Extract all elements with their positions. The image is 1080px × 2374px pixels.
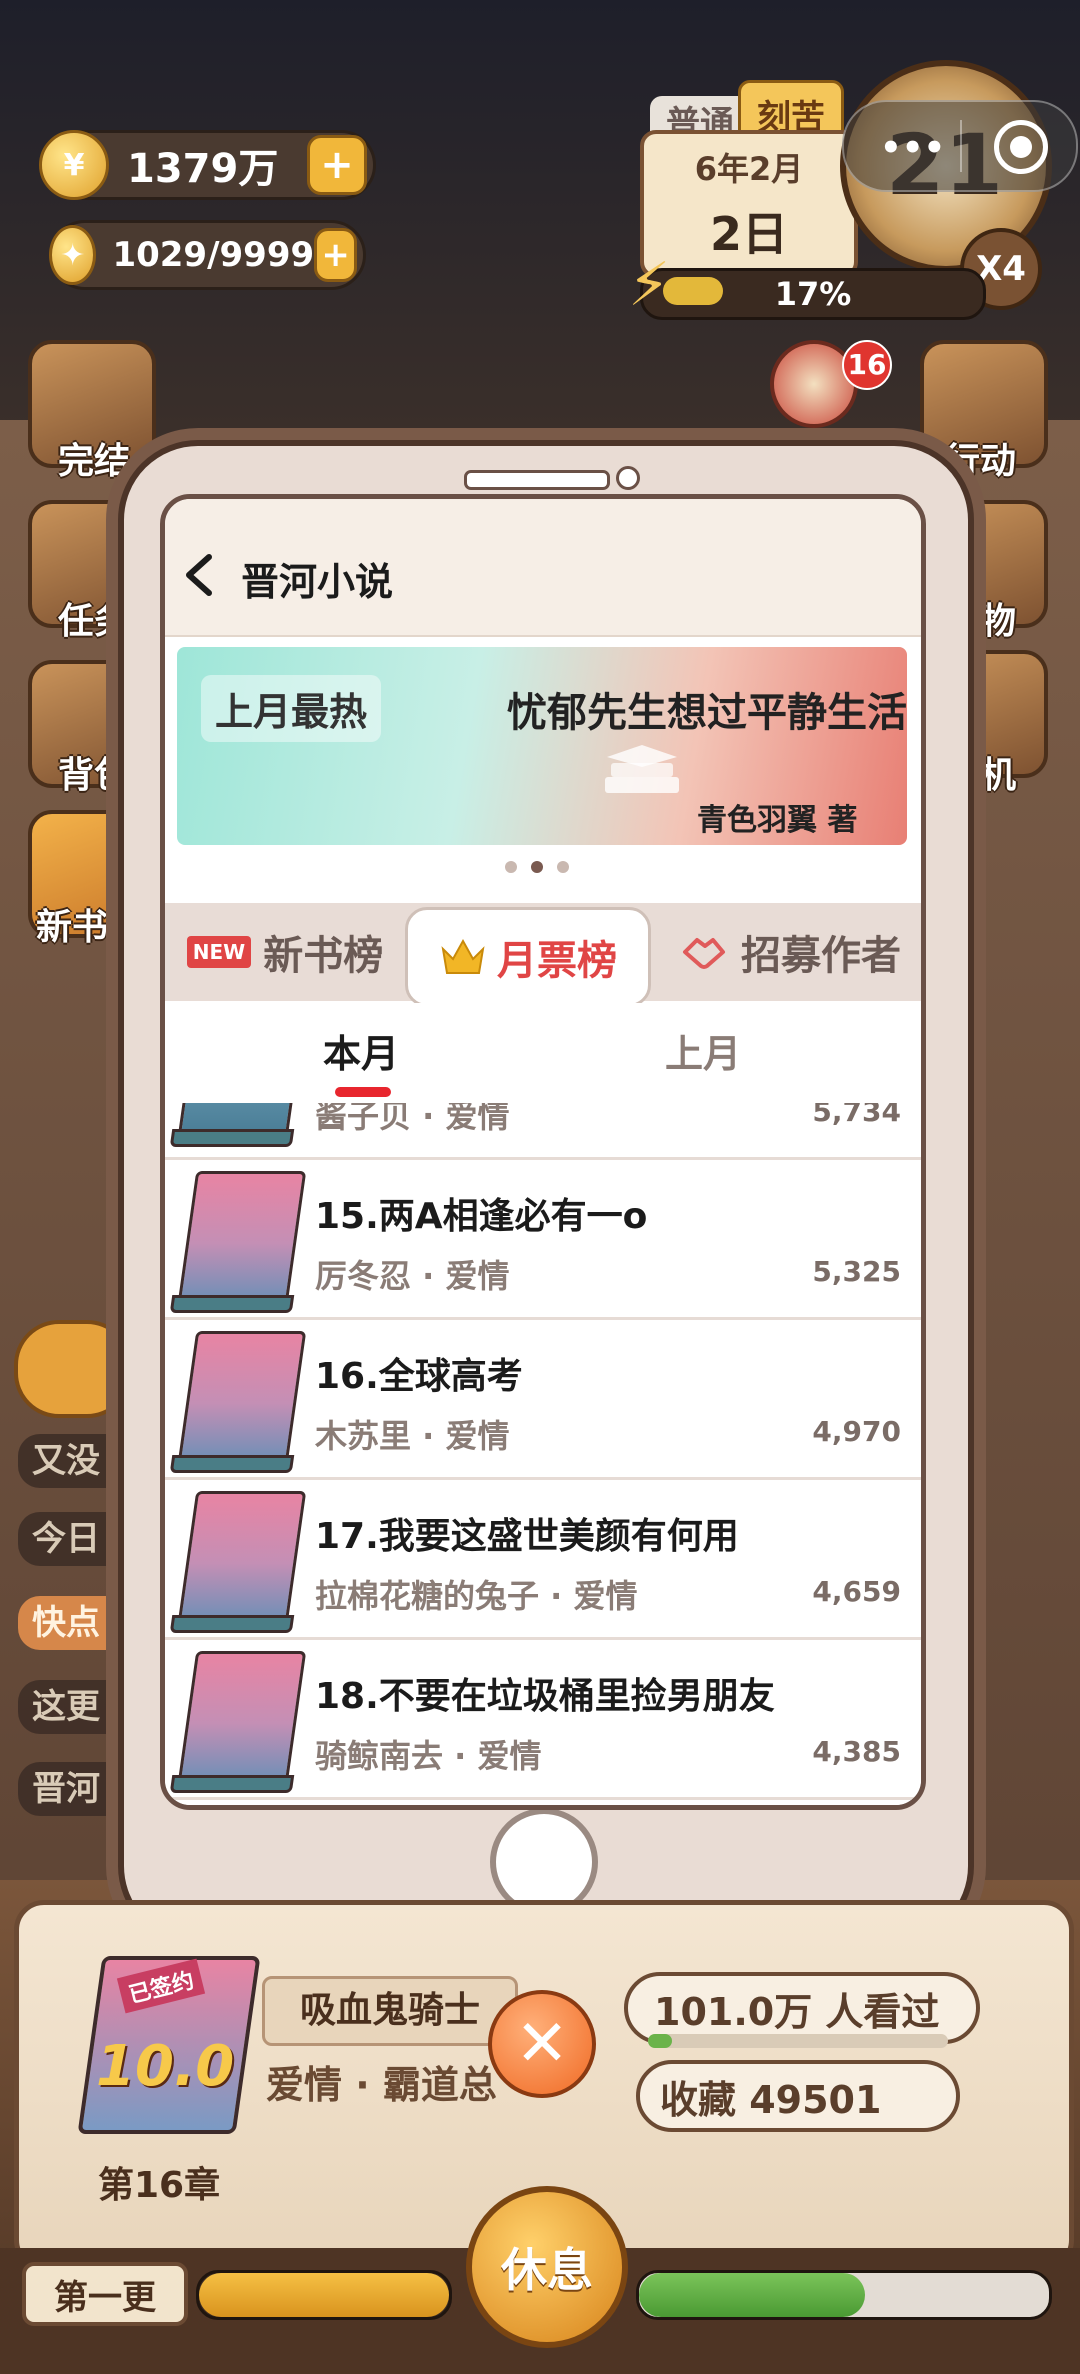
work-progress-bar [196, 2270, 452, 2320]
book-author-genre: 酱子贝 · 爱情 [315, 1103, 510, 1135]
book-title: 15.两A相逢必有一o [315, 1196, 648, 1237]
banner-book-title: 忧郁先生想过平静生活 [507, 690, 907, 736]
list-item[interactable]: 15.两A相逢必有一o 厉冬忍 · 爱情 5,325 [165, 1159, 921, 1320]
views-count: 101.0万 人看过 [654, 1989, 940, 2034]
list-item[interactable]: 18.不要在垃圾桶里捡男朋友 骑鲸南去 · 爱情 4,385 [165, 1639, 921, 1800]
rest-progress-bar [636, 2270, 1052, 2320]
subtab-this-month[interactable]: 本月 [323, 1023, 399, 1078]
book-stack-icon [605, 745, 679, 793]
side-label-new-book: 新书 [36, 907, 109, 948]
tab-new-books[interactable]: NEW 新书榜 [175, 903, 395, 1001]
current-book-title: 吸血鬼骑士 [262, 1976, 518, 2046]
tab-monthly-votes[interactable]: 月票榜 [405, 907, 651, 1007]
bulbs-value: 1029/9999 [112, 235, 315, 275]
side-chip-3[interactable]: 快点 [18, 1596, 132, 1650]
side-chip-2[interactable]: 今日 [18, 1512, 132, 1566]
vote-count: 5,325 [812, 1255, 901, 1288]
side-chip-5[interactable]: 晋河 [18, 1762, 132, 1816]
book-author-genre: 厉冬忍 · 爱情 [315, 1257, 510, 1295]
phone-speaker [464, 470, 610, 490]
side-label-finished: 完结 [58, 441, 131, 482]
book-author-genre: 骑鲸南去 · 爱情 [315, 1737, 542, 1775]
vote-count: 4,970 [812, 1415, 901, 1448]
day-label: 2日 [709, 207, 788, 261]
book-cover [169, 1171, 307, 1313]
lightning-icon: ⚡ [628, 250, 671, 320]
side-chip-4[interactable]: 这更 [18, 1680, 132, 1734]
first-update-button[interactable]: 第一更 [22, 2262, 188, 2326]
banner-author: 青色羽翼 著 [697, 803, 858, 838]
collect-count: 收藏 49501 [660, 2077, 882, 2122]
add-bulbs-button[interactable]: + [314, 228, 357, 282]
more-icon[interactable]: ••• [880, 128, 945, 168]
period-subtabs: 本月 上月 [165, 1003, 921, 1103]
book-author-genre: 木苏里 · 爱情 [315, 1417, 510, 1455]
back-arrow-icon[interactable] [179, 551, 219, 599]
tab-monthly-votes-label: 月票榜 [497, 938, 617, 984]
list-item[interactable]: 17.我要这盛世美颜有何用 拉棉花糖的兔子 · 爱情 4,659 [165, 1479, 921, 1640]
views-progress-track [648, 2034, 948, 2048]
subtab-last-month[interactable]: 上月 [665, 1023, 741, 1078]
chapter-label: 第16章 [98, 2165, 221, 2206]
side-chip-1[interactable]: 又没 [18, 1434, 132, 1488]
active-subtab-indicator [335, 1087, 391, 1097]
rest-button[interactable]: 休息 [466, 2186, 628, 2348]
vote-count: 4,385 [812, 1735, 901, 1768]
book-cover [169, 1651, 307, 1793]
tab-recruit-authors-label: 招募作者 [741, 933, 901, 979]
vote-count: 4,659 [812, 1575, 901, 1608]
phone-camera [616, 466, 640, 490]
ranking-list: 酱子贝 · 爱情 5,734 15.两A相逢必有一o 厉冬忍 · 爱情 5,32… [165, 1103, 921, 1805]
pagination-dot-active [531, 861, 543, 873]
book-cover [169, 1331, 307, 1473]
capsule-divider [960, 120, 962, 172]
add-coins-button[interactable]: + [307, 135, 367, 195]
tab-recruit-authors[interactable]: 招募作者 [665, 903, 915, 1001]
coins-value: 1379万 [127, 146, 279, 192]
handshake-icon [683, 938, 725, 969]
book-score: 10.0 [96, 2034, 235, 2099]
current-book-genre: 爱情 · 霸道总 [266, 2063, 497, 2107]
pagination-dot [557, 861, 569, 873]
coins-counter: ¥ 1379万 + [39, 130, 376, 200]
bulbs-counter: ✦ 1029/9999 + [49, 220, 366, 290]
featured-banner[interactable]: 上月最热 忧郁先生想过平静生活 青色羽翼 著 [177, 647, 907, 845]
banner-pagination [505, 861, 569, 873]
app-title: 晋河小说 [241, 560, 394, 604]
app-header: 晋河小说 [165, 499, 921, 637]
book-title: 18.不要在垃圾桶里捡男朋友 [315, 1676, 775, 1717]
crown-icon [441, 938, 485, 974]
energy-percent: 17% [774, 275, 852, 313]
book-author-genre: 拉棉花糖的兔子 · 爱情 [315, 1577, 638, 1615]
work-progress-fill [199, 2273, 449, 2317]
year-month-label: 6年2月 [694, 150, 804, 188]
miniprogram-capsule: ••• [842, 100, 1078, 192]
ranking-tabs: NEW 新书榜 月票榜 招募作者 [165, 903, 921, 1007]
treasure-chest-icon[interactable] [14, 1320, 132, 1418]
rest-progress-fill [639, 2273, 865, 2317]
close-button[interactable]: ✕ [488, 1990, 596, 2098]
energy-bar: 17% [640, 268, 986, 320]
vote-count: 5,734 [812, 1103, 901, 1128]
book-cover [169, 1491, 307, 1633]
lightbulb-icon: ✦ [49, 225, 97, 285]
list-item[interactable]: 16.全球高考 木苏里 · 爱情 4,970 [165, 1319, 921, 1480]
views-progress-fill [648, 2034, 672, 2048]
phone-screen: 晋河小说 上月最热 忧郁先生想过平静生活 青色羽翼 著 NEW 新书榜 月票榜 [160, 494, 926, 1810]
new-badge: NEW [186, 936, 252, 968]
current-book-cover[interactable]: 已签约 10.0 [77, 1956, 261, 2136]
banner-tag: 上月最热 [201, 675, 382, 742]
close-miniprogram-icon[interactable] [994, 120, 1048, 174]
book-cover [169, 1103, 307, 1147]
book-title: 17.我要这盛世美颜有何用 [315, 1516, 739, 1557]
notification-badge: 16 [842, 340, 892, 390]
list-item[interactable]: 酱子贝 · 爱情 5,734 [165, 1103, 921, 1160]
date-card: 6年2月 2日 [640, 130, 858, 278]
coin-icon: ¥ [39, 130, 109, 200]
collect-pill: 收藏 49501 [636, 2060, 960, 2132]
book-title: 16.全球高考 [315, 1356, 523, 1397]
tab-new-books-label: 新书榜 [263, 933, 384, 979]
pagination-dot [505, 861, 517, 873]
